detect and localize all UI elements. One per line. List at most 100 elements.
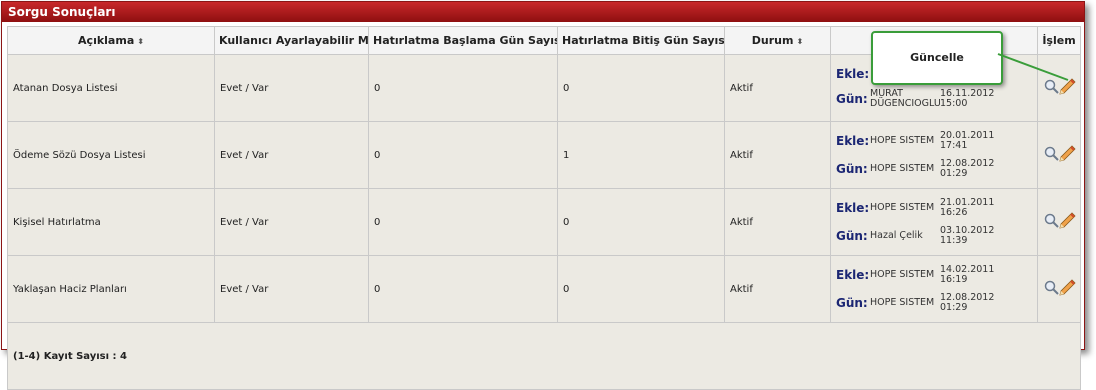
ayarlanabilir-text: Evet / Var xyxy=(220,149,269,161)
updated-date: 16.11.2012 15:00 xyxy=(940,88,995,109)
cell-durum: Aktif xyxy=(724,255,831,323)
cell-bitis: 0 xyxy=(557,255,725,323)
column-header-durum[interactable]: Durum ⬍ xyxy=(724,26,831,55)
cell-islem xyxy=(1037,188,1081,256)
sort-icon[interactable]: ⬍ xyxy=(796,37,803,46)
updated-by: HOPE SISTEM xyxy=(870,163,935,174)
magnifier-icon[interactable] xyxy=(1044,146,1059,161)
status-text: Aktif xyxy=(730,82,753,94)
column-header-baslama[interactable]: Hatırlatma Başlama Gün Sayısı⬍ xyxy=(368,26,558,55)
cell-audit: Ekle: HOPE SISTEM 14.02.2011 16:19 Gün: … xyxy=(830,255,1038,323)
sort-icon[interactable]: ⬍ xyxy=(137,37,144,46)
baslama-text: 0 xyxy=(374,82,381,94)
bitis-text: 0 xyxy=(563,82,570,94)
cell-audit: Ekle: HOPE SISTEM 20.01.2011 17:41 Gün: … xyxy=(830,121,1038,189)
column-header-bitis[interactable]: Hatırlatma Bitiş Gün Sayısı⬍ xyxy=(557,26,725,55)
cell-aciklama: Atanan Dosya Listesi xyxy=(7,54,215,122)
cell-ayarlanabilir: Evet / Var xyxy=(214,121,369,189)
column-label: Açıklama xyxy=(78,34,135,47)
magnifier-icon[interactable] xyxy=(1044,280,1059,295)
cell-durum: Aktif xyxy=(724,188,831,256)
cell-bitis: 1 xyxy=(557,121,725,189)
updated-label: Gün: xyxy=(836,229,868,243)
created-label: Ekle: xyxy=(836,134,870,148)
cell-durum: Aktif xyxy=(724,54,831,122)
pencil-icon[interactable] xyxy=(1059,211,1076,229)
record-count: (1-4) Kayıt Sayısı : 4 xyxy=(7,322,1081,390)
status-text: Aktif xyxy=(730,283,753,295)
updated-label: Gün: xyxy=(836,92,868,106)
cell-ayarlanabilir: Evet / Var xyxy=(214,188,369,256)
updated-label: Gün: xyxy=(836,296,868,310)
table-row[interactable]: Ödeme Sözü Dosya Listesi Evet / Var 0 1 … xyxy=(7,121,1081,189)
cell-ayarlanabilir: Evet / Var xyxy=(214,255,369,323)
created-label: Ekle: xyxy=(836,268,870,282)
cell-aciklama: Yaklaşan Haciz Planları xyxy=(7,255,215,323)
aciklama-text: Ödeme Sözü Dosya Listesi xyxy=(13,149,146,161)
updated-label: Gün: xyxy=(836,162,868,176)
pencil-icon[interactable] xyxy=(1059,278,1076,296)
cell-islem xyxy=(1037,121,1081,189)
ayarlanabilir-text: Evet / Var xyxy=(220,283,269,295)
view-edit-icons[interactable] xyxy=(1043,211,1077,231)
magnifier-icon[interactable] xyxy=(1044,213,1059,228)
table-row[interactable]: Kişisel Hatırlatma Evet / Var 0 0 Aktif … xyxy=(7,188,1081,256)
column-label: Hatırlatma Başlama Gün Sayısı xyxy=(373,34,558,47)
cell-baslama: 0 xyxy=(368,121,558,189)
bitis-text: 1 xyxy=(563,149,570,161)
created-label: Ekle: xyxy=(836,67,870,81)
created-label: Ekle: xyxy=(836,201,870,215)
cell-islem xyxy=(1037,255,1081,323)
audit-info: Ekle: HOPE SISTEM 14.02.2011 16:19 Gün: … xyxy=(836,265,1032,313)
ayarlanabilir-text: Evet / Var xyxy=(220,82,269,94)
column-label: İşlem xyxy=(1042,34,1076,47)
pencil-icon[interactable] xyxy=(1059,144,1076,162)
cell-audit: Ekle: HOPE SISTEM 21.01.2011 16:26 Gün: … xyxy=(830,188,1038,256)
updated-date: 12.08.2012 01:29 xyxy=(940,158,995,179)
audit-info: Ekle: HOPE SISTEM 20.01.2011 17:41 Gün: … xyxy=(836,131,1032,179)
status-text: Aktif xyxy=(730,149,753,161)
aciklama-text: Kişisel Hatırlatma xyxy=(13,216,101,228)
updated-by: MURAT DÜGENCIOGLU xyxy=(870,88,941,109)
column-label: Kullanıcı Ayarlayabilir Mi xyxy=(219,34,369,47)
created-date: 21.01.2011 16:26 xyxy=(940,197,995,218)
cell-baslama: 0 xyxy=(368,255,558,323)
ayarlanabilir-text: Evet / Var xyxy=(220,216,269,228)
aciklama-text: Yaklaşan Haciz Planları xyxy=(13,283,127,295)
updated-by: Hazal Çelik xyxy=(870,230,923,241)
updated-by: HOPE SISTEM xyxy=(870,297,935,308)
baslama-text: 0 xyxy=(374,149,381,161)
column-label: Durum xyxy=(751,34,794,47)
cell-aciklama: Kişisel Hatırlatma xyxy=(7,188,215,256)
created-date: 14.02.2011 16:19 xyxy=(940,264,995,285)
status-text: Aktif xyxy=(730,216,753,228)
updated-date: 12.08.2012 01:29 xyxy=(940,292,995,313)
panel-title: Sorgu Sonuçları xyxy=(2,2,1084,22)
created-by: HOPE SISTEM xyxy=(870,202,935,213)
updated-date: 03.10.2012 11:39 xyxy=(940,225,995,246)
cell-durum: Aktif xyxy=(724,121,831,189)
view-edit-icons[interactable] xyxy=(1043,278,1077,298)
baslama-text: 0 xyxy=(374,216,381,228)
bitis-text: 0 xyxy=(563,283,570,295)
bitis-text: 0 xyxy=(563,216,570,228)
footer-row: (1-4) Kayıt Sayısı : 4 xyxy=(7,322,1081,390)
view-edit-icons[interactable] xyxy=(1043,144,1077,164)
cell-baslama: 0 xyxy=(368,54,558,122)
created-by: HOPE SISTEM xyxy=(870,135,935,146)
table-row[interactable]: Yaklaşan Haciz Planları Evet / Var 0 0 A… xyxy=(7,255,1081,323)
cell-aciklama: Ödeme Sözü Dosya Listesi xyxy=(7,121,215,189)
aciklama-text: Atanan Dosya Listesi xyxy=(13,82,118,94)
cell-ayarlanabilir: Evet / Var xyxy=(214,54,369,122)
created-date: 20.01.2011 17:41 xyxy=(940,130,995,151)
cell-bitis: 0 xyxy=(557,54,725,122)
created-by: HOPE SISTEM xyxy=(870,269,935,280)
cell-bitis: 0 xyxy=(557,188,725,256)
audit-info: Ekle: HOPE SISTEM 21.01.2011 16:26 Gün: … xyxy=(836,198,1032,246)
callout-pointer xyxy=(997,53,1069,81)
column-header-aciklama[interactable]: Açıklama ⬍ xyxy=(7,26,215,55)
update-tooltip: Güncelle xyxy=(871,31,1003,85)
column-label: Hatırlatma Bitiş Gün Sayısı xyxy=(562,34,725,47)
column-header-ayarlanabilir[interactable]: Kullanıcı Ayarlayabilir Mi⬍ xyxy=(214,26,369,55)
cell-baslama: 0 xyxy=(368,188,558,256)
